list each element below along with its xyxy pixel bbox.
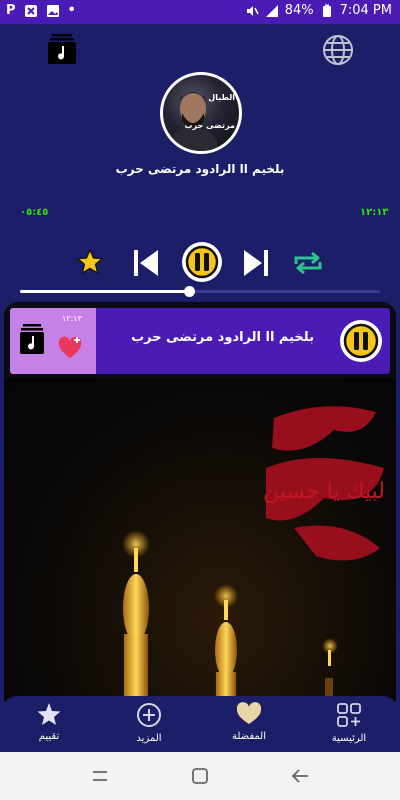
mini-player-title: بلخيم اا الرادود مرتضى حرب: [131, 330, 314, 345]
nav-rate[interactable]: تقييم: [14, 702, 84, 742]
clock: 7:04 PM: [339, 3, 392, 18]
p-icon: P: [6, 3, 16, 18]
signal-icon: [265, 4, 278, 17]
seek-bar-fill: [20, 290, 190, 293]
nav-more-label: المزيد: [136, 733, 162, 744]
skip-next-icon: [244, 250, 268, 276]
mini-player-actions: ١٢:١٣: [10, 308, 96, 374]
repeat-button[interactable]: [292, 248, 324, 282]
status-dot: •: [67, 3, 76, 18]
status-left: P •: [6, 3, 76, 18]
seek-bar[interactable]: [20, 286, 380, 297]
globe-icon: [323, 35, 353, 65]
image-icon: [46, 4, 59, 17]
battery-icon: [322, 4, 331, 17]
bottom-navigation: تقييم المزيد المفضلة الرئيسية: [0, 696, 400, 752]
system-navigation-bar: [0, 752, 400, 800]
home-square-icon: [192, 768, 208, 784]
star-icon: [37, 703, 61, 725]
status-right: 84% 7:04 PM: [245, 3, 392, 18]
player-controls: [0, 240, 400, 286]
mini-add-favorite-button[interactable]: [58, 336, 84, 364]
favorite-button[interactable]: [76, 248, 104, 280]
previous-button[interactable]: [132, 248, 160, 282]
mute-icon: [246, 5, 259, 16]
mini-duration: ١٢:١٣: [62, 314, 82, 323]
grid-plus-icon: [337, 703, 361, 727]
playlist-button[interactable]: [48, 34, 76, 68]
recents-icon: [93, 771, 107, 781]
pause-icon: [182, 242, 222, 282]
shrine-domes-image: لبيك يا حسين: [122, 406, 385, 722]
recent-apps-button[interactable]: [90, 766, 110, 790]
nav-favorites-label: المفضلة: [231, 731, 266, 742]
app-root: P • 84% 7:04 PM الطبال مرتضى حرب بلخيم ا…: [0, 0, 400, 800]
track-title: بلخيم اا الرادود مرتضى حرب: [115, 162, 285, 176]
heart-plus-icon: [58, 336, 82, 358]
seek-bar-thumb[interactable]: [184, 286, 196, 297]
nav-home-label: الرئيسية: [331, 733, 367, 744]
heart-icon: [236, 702, 262, 724]
back-arrow-icon: [291, 769, 308, 783]
now-playing-panel: ١٢:١٣ بلخيم اا الرادود مرتضى حرب لبيك يا…: [4, 302, 396, 722]
album-artwork: لبيك يا حسين: [4, 378, 396, 722]
status-bar: P • 84% 7:04 PM: [0, 0, 400, 24]
playlist-icon: [48, 34, 76, 64]
elapsed-time: ٠٥:٤٥: [20, 207, 49, 218]
avatar-caption-2: مرتضى حرب: [184, 121, 235, 130]
play-pause-button[interactable]: [180, 240, 224, 288]
skip-previous-icon: [134, 250, 158, 276]
pause-icon: [340, 320, 382, 362]
back-button[interactable]: [290, 766, 310, 790]
mini-playlist-button[interactable]: [20, 324, 44, 358]
plus-circle-icon: [137, 703, 161, 727]
artwork-calligraphy: لبيك يا حسين: [263, 479, 385, 504]
nav-rate-label: تقييم: [38, 731, 60, 742]
nav-more[interactable]: المزيد: [114, 702, 184, 744]
home-button[interactable]: [190, 766, 210, 790]
star-icon: [76, 248, 104, 275]
battery-percent: 84%: [284, 3, 314, 18]
artist-avatar: الطبال مرتضى حرب: [160, 72, 242, 154]
mini-player[interactable]: ١٢:١٣ بلخيم اا الرادود مرتضى حرب: [10, 308, 390, 374]
duration-time: ١٢:١٣: [360, 207, 389, 218]
repeat-icon: [294, 251, 322, 275]
nav-home[interactable]: الرئيسية: [314, 702, 384, 744]
next-button[interactable]: [242, 248, 270, 282]
avatar-image: [169, 92, 219, 151]
avatar-caption-1: الطبال: [208, 93, 235, 102]
nav-favorites[interactable]: المفضلة: [214, 702, 284, 742]
close-box-icon: [24, 4, 37, 17]
mini-play-pause-button[interactable]: [338, 318, 384, 368]
playlist-icon: [20, 324, 44, 354]
language-button[interactable]: [322, 34, 354, 70]
